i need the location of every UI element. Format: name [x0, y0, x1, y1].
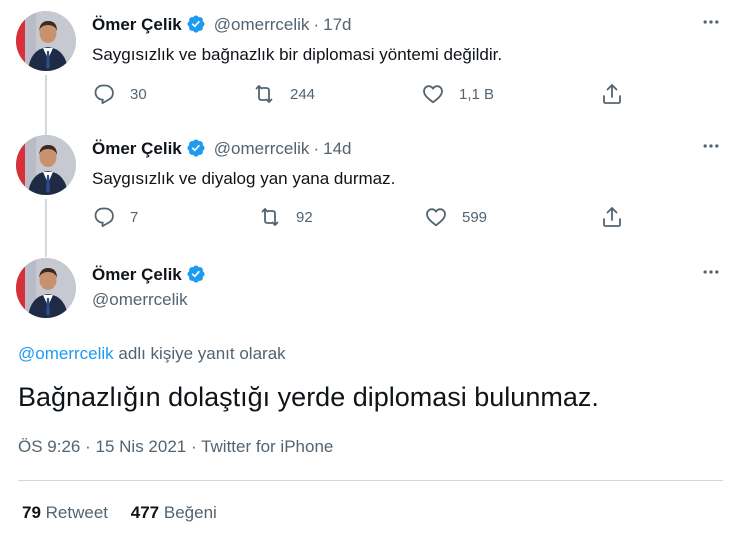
reply-count: 30: [130, 85, 147, 103]
likes-stat[interactable]: 477 Beğeni: [131, 503, 217, 522]
tweet-actions: 7 92 599: [92, 205, 632, 229]
divider: [18, 480, 723, 481]
tweet-time[interactable]: 17d: [323, 15, 351, 34]
like-count: 1,1 B: [459, 85, 495, 103]
retweet-count: 244: [290, 85, 316, 103]
separator-dot: ·: [313, 139, 320, 158]
avatar[interactable]: [16, 258, 76, 318]
verified-badge-icon: [186, 14, 206, 34]
retweet-button[interactable]: 244: [252, 82, 315, 106]
reply-count: 7: [130, 208, 139, 226]
author-name[interactable]: Ömer Çelik: [92, 265, 182, 284]
tweet-actions: 30 244 1,1 B: [92, 82, 632, 106]
like-icon: [424, 205, 448, 229]
share-icon: [600, 82, 624, 106]
reply-button[interactable]: 7: [92, 205, 138, 229]
tweet-header: Ömer Çelik: [92, 264, 206, 285]
reply-button[interactable]: 30: [92, 82, 147, 106]
author-name[interactable]: Ömer Çelik: [92, 139, 182, 158]
reply-context-text: adlı kişiye yanıt olarak: [118, 344, 286, 363]
author-handle[interactable]: @omerrcelik: [214, 15, 310, 34]
tweet-source[interactable]: Twitter for iPhone: [201, 437, 333, 456]
retweet-label: Retweet: [45, 503, 109, 522]
more-icon[interactable]: [699, 136, 723, 156]
tweet-text: Saygısızlık ve bağnazlık bir diplomasi y…: [92, 45, 503, 64]
engagement-stats: 79 Retweet 477 Beğeni: [22, 503, 217, 523]
separator-dot: ·: [85, 437, 91, 456]
tweet-header: Ömer Çelik @omerrcelik · 14d: [92, 138, 351, 159]
like-button[interactable]: 1,1 B: [421, 82, 494, 106]
tweet-time[interactable]: 14d: [323, 139, 351, 158]
share-button[interactable]: [600, 82, 624, 106]
more-icon[interactable]: [699, 12, 723, 32]
thread-connector: [45, 75, 47, 137]
reply-mention-link[interactable]: @omerrcelik: [18, 344, 114, 363]
tweet-header: Ömer Çelik @omerrcelik · 17d: [92, 14, 351, 35]
like-label: Beğeni: [163, 503, 217, 522]
reply-context: @omerrcelik adlı kişiye yanıt olarak: [18, 344, 286, 364]
more-icon[interactable]: [699, 262, 723, 282]
tweet-text: Bağnazlığın dolaştığı yerde diplomasi bu…: [18, 382, 599, 412]
retweet-count: 92: [296, 208, 313, 226]
retweets-stat[interactable]: 79 Retweet: [22, 503, 108, 522]
retweet-button[interactable]: 92: [258, 205, 313, 229]
avatar[interactable]: [16, 11, 76, 71]
reply-icon: [92, 205, 116, 229]
retweet-icon: [258, 205, 282, 229]
tweet-header-handle: @omerrcelik: [92, 290, 188, 310]
thread-connector: [45, 199, 47, 257]
separator-dot: ·: [190, 437, 197, 456]
author-name[interactable]: Ömer Çelik: [92, 15, 182, 34]
verified-badge-icon: [186, 264, 206, 284]
avatar[interactable]: [16, 135, 76, 195]
tweet-timestamp[interactable]: ÖS 9:26: [18, 437, 80, 456]
share-icon: [600, 205, 624, 229]
share-button[interactable]: [600, 205, 624, 229]
like-icon: [421, 82, 445, 106]
tweet-meta: ÖS 9:26 · 15 Nis 2021 · Twitter for iPho…: [18, 437, 333, 457]
retweet-total: 79: [22, 503, 41, 522]
verified-badge-icon: [186, 138, 206, 158]
tweet-text: Saygısızlık ve diyalog yan yana durmaz.: [92, 169, 396, 188]
retweet-icon: [252, 82, 276, 106]
author-handle[interactable]: @omerrcelik: [214, 139, 310, 158]
separator-dot: ·: [313, 15, 320, 34]
like-count: 599: [462, 208, 488, 226]
like-button[interactable]: 599: [424, 205, 487, 229]
tweet-date[interactable]: 15 Nis 2021: [96, 437, 187, 456]
reply-icon: [92, 82, 116, 106]
author-handle[interactable]: @omerrcelik: [92, 290, 188, 309]
like-total: 477: [130, 503, 160, 522]
